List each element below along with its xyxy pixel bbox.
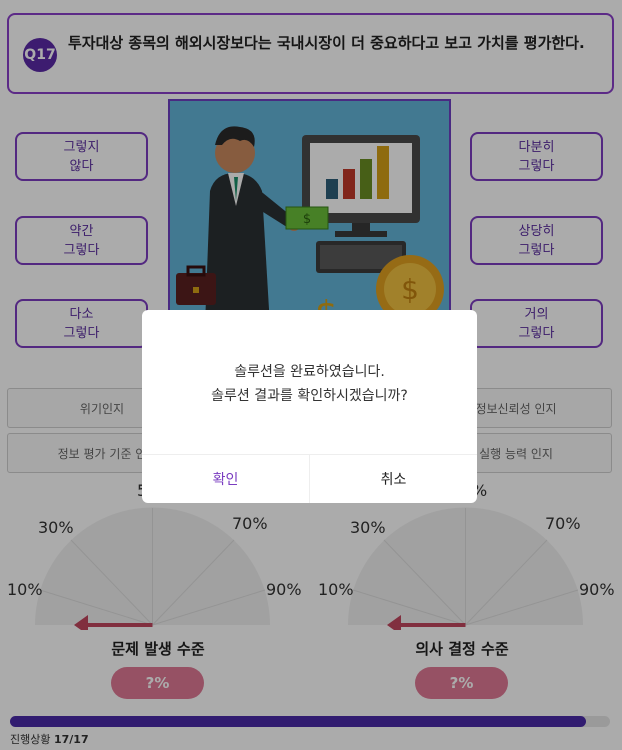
confirm-button[interactable]: 확인 xyxy=(142,455,310,503)
dialog-message-line1: 솔루션을 완료하였습니다. xyxy=(234,364,385,380)
completion-dialog: 솔루션을 완료하였습니다. 솔루션 결과를 확인하시겠습니까? 확인 취소 xyxy=(142,310,477,503)
dialog-message-line2: 솔루션 결과를 확인하시겠습니까? xyxy=(211,388,408,404)
dialog-message: 솔루션을 완료하였습니다. 솔루션 결과를 확인하시겠습니까? xyxy=(142,360,477,408)
dialog-button-row: 확인 취소 xyxy=(142,454,477,503)
cancel-button[interactable]: 취소 xyxy=(310,455,477,503)
